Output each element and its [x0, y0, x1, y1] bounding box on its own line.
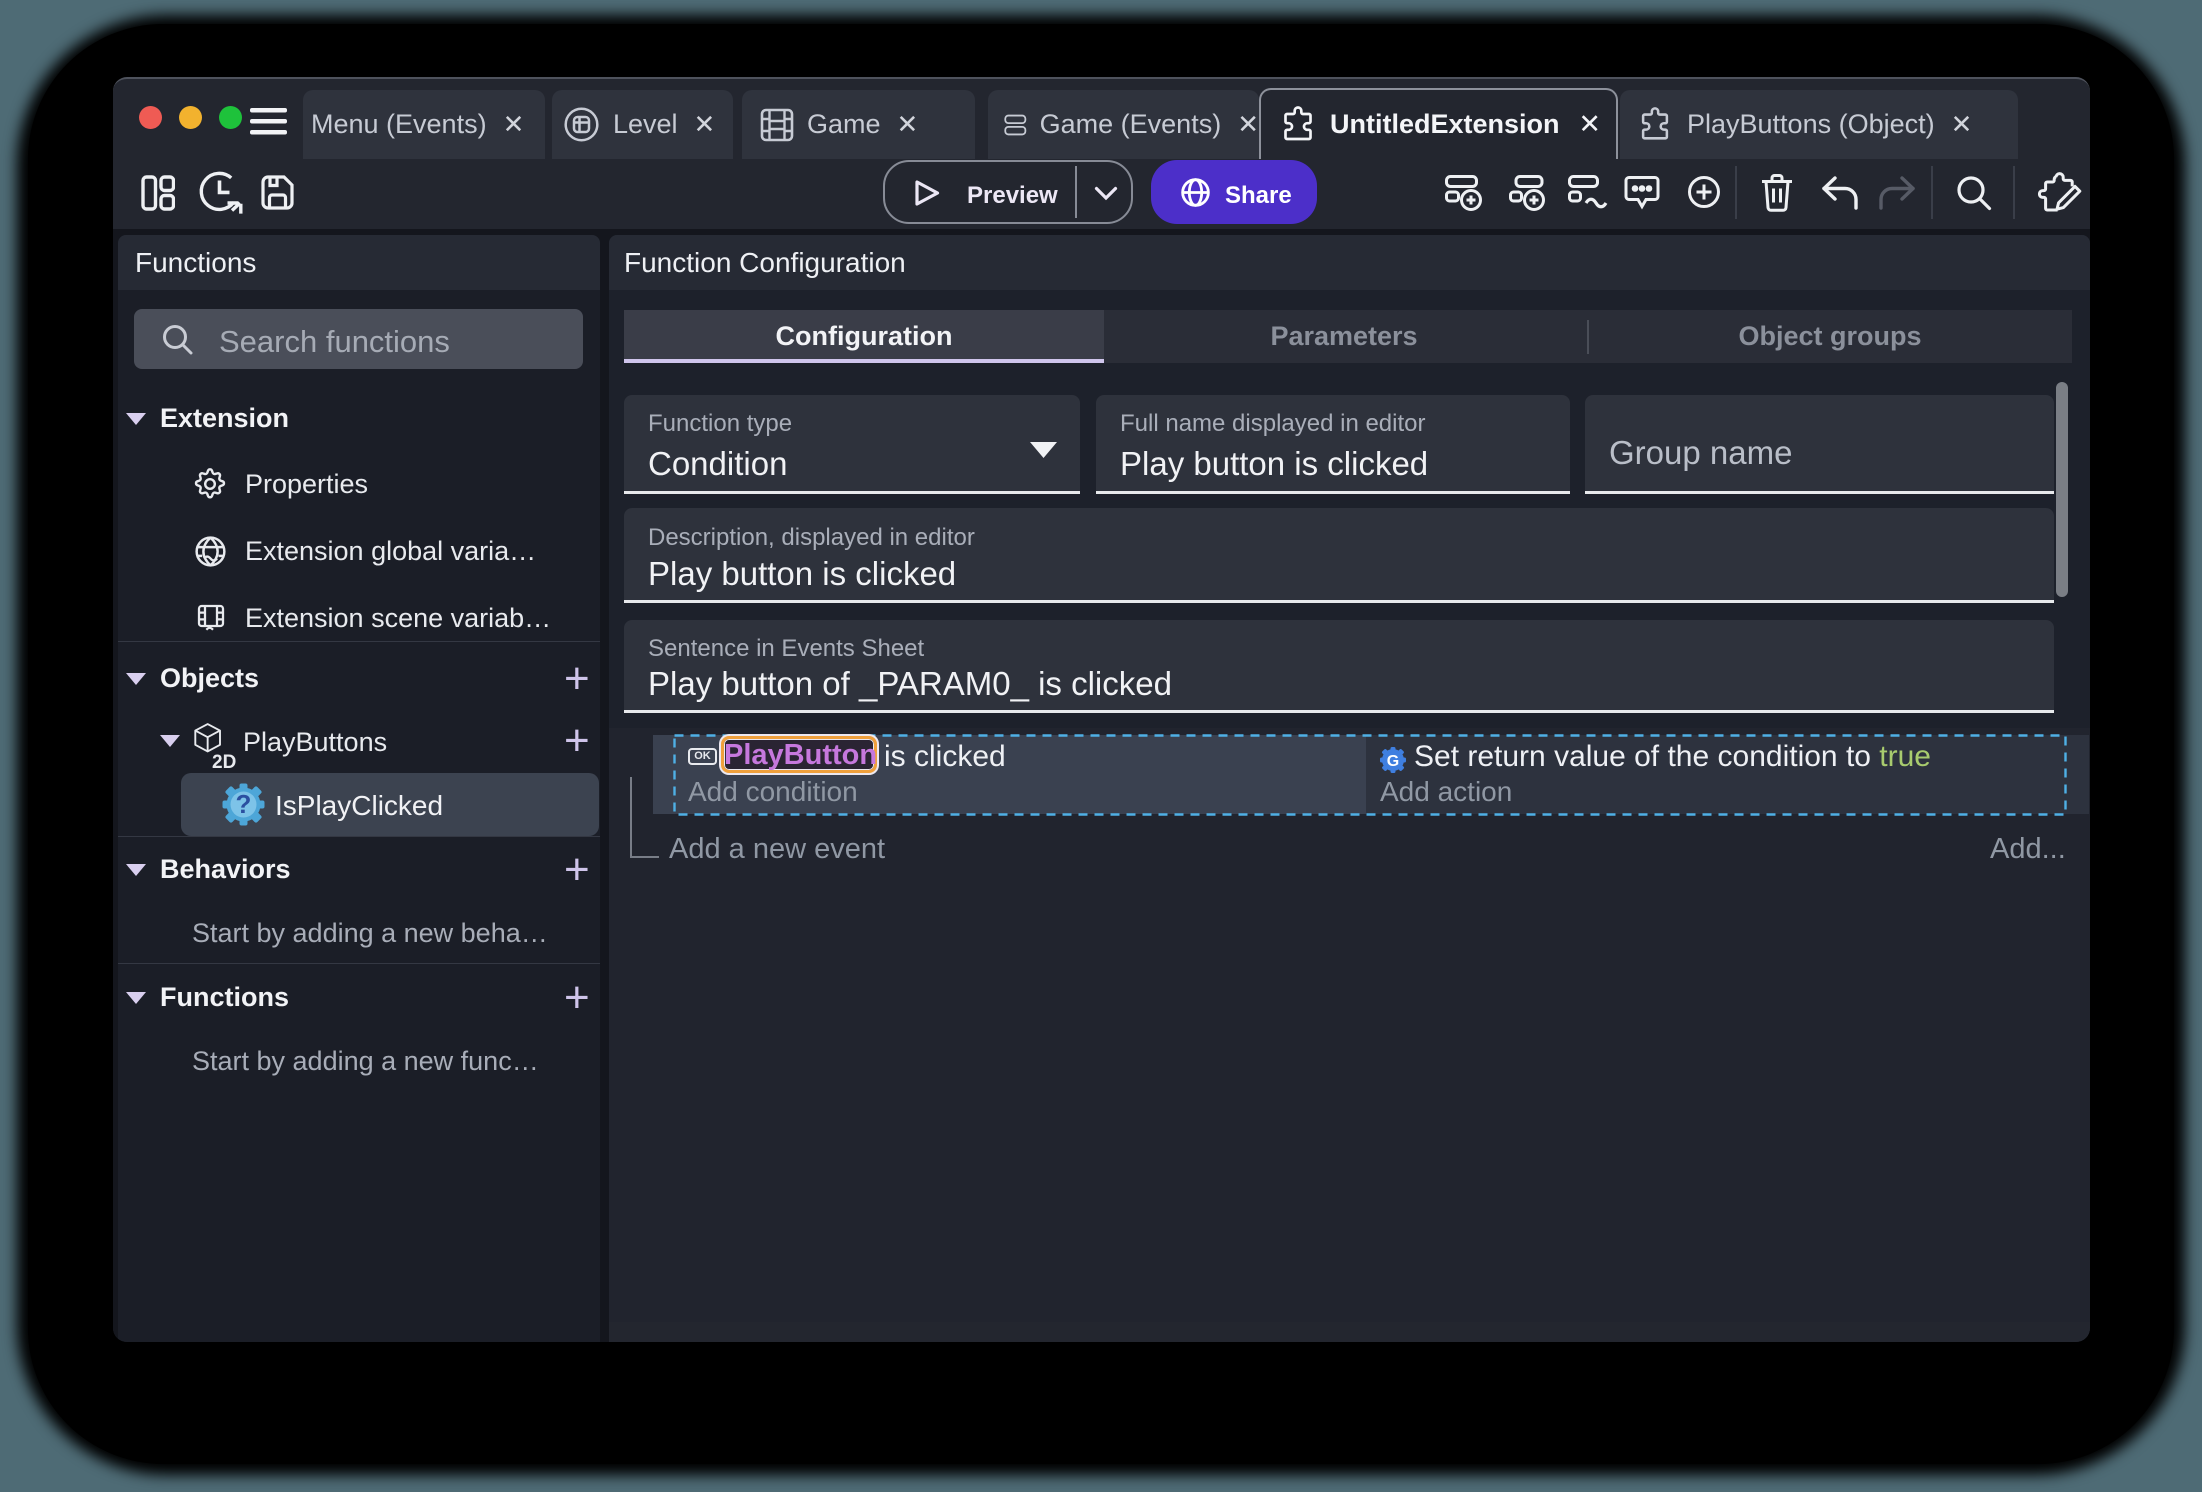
svg-text:G: G	[1387, 753, 1399, 770]
svg-text:?: ?	[236, 789, 252, 819]
